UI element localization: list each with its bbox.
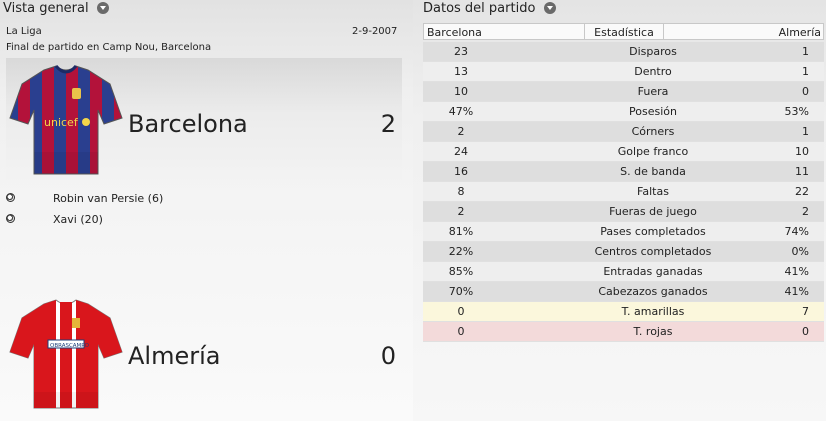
away-value: 10 (795, 145, 809, 158)
home-value: 16 (454, 165, 468, 178)
scorer-name: Robin van Persie (6) (53, 192, 164, 205)
stat-label: Fueras de juego (609, 205, 697, 218)
away-value: 41% (784, 285, 809, 298)
stats-table: Barcelona Estadística Almería 23 Disparos… (423, 23, 824, 343)
away-value: 74% (784, 225, 809, 238)
table-row: 10 Fuera 0 (423, 82, 824, 102)
home-value: 0 (457, 305, 465, 318)
away-value: 11 (795, 165, 809, 178)
away-value: 0 (802, 85, 809, 98)
home-value: 0 (457, 325, 465, 338)
stats-title: Datos del partido (423, 1, 536, 16)
home-value: 47% (448, 105, 474, 118)
stat-label: Golpe franco (617, 145, 689, 158)
almeria-shirt-icon: OBRASCAMPO (9, 299, 123, 409)
stat-label: Dentro (634, 65, 672, 78)
away-value: 1 (802, 65, 809, 78)
table-row: 24 Golpe franco 10 (423, 142, 824, 162)
home-team-box: unicef Barcelona 2 (6, 58, 402, 183)
away-value: 0% (791, 245, 809, 258)
table-row: 8 Faltas 22 (423, 182, 824, 202)
barcelona-shirt-icon: unicef (9, 64, 123, 175)
home-value: 81% (448, 225, 474, 238)
overview-header[interactable]: Vista general (3, 0, 109, 20)
home-value: 8 (457, 185, 465, 198)
stat-label: Posesión (629, 105, 677, 118)
home-value: 85% (448, 265, 474, 278)
away-value: 7 (802, 305, 809, 318)
overview-panel: Vista general La Liga 2-9-2007 Final de … (0, 0, 413, 421)
stat-label: S. de banda (620, 165, 686, 178)
table-row: 47% Posesión 53% (423, 102, 824, 122)
home-value: 13 (454, 65, 468, 78)
away-value: 41% (784, 265, 809, 278)
chevron-down-icon[interactable] (543, 1, 556, 14)
away-value: 1 (802, 125, 809, 138)
table-row: 0 T. amarillas 7 (423, 302, 824, 322)
stat-label: Faltas (637, 185, 669, 198)
column-header-stat[interactable]: Estadística (584, 23, 664, 40)
stat-label: Disparos (629, 45, 677, 58)
goal-event: Robin van Persie (6) (6, 191, 306, 207)
table-row: 16 S. de banda 11 (423, 162, 824, 182)
away-team-box: OBRASCAMPO Almería 0 (6, 290, 402, 415)
column-header-away[interactable]: Almería (663, 23, 824, 40)
table-row: 22% Centros completados 0% (423, 242, 824, 262)
away-value: 53% (784, 105, 809, 118)
home-value: 23 (454, 45, 468, 58)
home-value: 2 (457, 205, 465, 218)
home-value: 24 (454, 145, 468, 158)
home-team-name: Barcelona (128, 110, 248, 138)
stat-label: Entradas ganadas (603, 265, 703, 278)
away-value: 22 (795, 185, 809, 198)
table-row: 81% Pases completados 74% (423, 222, 824, 242)
table-row: 0 T. rojas 0 (423, 322, 824, 342)
table-row: 85% Entradas ganadas 41% (423, 262, 824, 282)
table-row: 23 Disparos 1 (423, 42, 824, 62)
home-value: 70% (448, 285, 474, 298)
home-value: 10 (454, 85, 468, 98)
away-team-name: Almería (128, 342, 221, 370)
competition-label: La Liga (6, 26, 42, 37)
home-value: 2 (457, 125, 465, 138)
overview-title: Vista general (3, 1, 89, 16)
ball-icon (6, 193, 15, 202)
stat-label: Córners (631, 125, 675, 138)
scorer-name: Xavi (20) (53, 213, 103, 226)
home-value: 22% (448, 245, 474, 258)
table-row: 2 Córners 1 (423, 122, 824, 142)
stats-header[interactable]: Datos del partido (423, 0, 556, 20)
ball-icon (6, 214, 15, 223)
goal-event: Xavi (20) (6, 212, 306, 228)
venue-line: Final de partido en Camp Nou, Barcelona (6, 42, 212, 53)
kit-sponsor-text: OBRASCAMPO (50, 343, 90, 349)
stat-label: Fuera (637, 85, 669, 98)
chevron-down-icon[interactable] (96, 1, 109, 14)
away-value: 0 (802, 325, 809, 338)
match-date: 2-9-2007 (352, 26, 398, 37)
stat-label: T. rojas (633, 325, 673, 338)
away-team-score: 0 (380, 342, 396, 370)
table-row: 2 Fueras de juego 2 (423, 202, 824, 222)
stat-label: Cabezazos ganados (598, 285, 708, 298)
away-value: 2 (802, 205, 809, 218)
home-team-score: 2 (380, 110, 396, 138)
away-value: 1 (802, 45, 809, 58)
stat-label: Pases completados (600, 225, 706, 238)
kit-sponsor-text: unicef (44, 116, 79, 129)
table-row: 70% Cabezazos ganados 41% (423, 282, 824, 302)
stat-label: T. amarillas (621, 305, 685, 318)
table-row: 13 Dentro 1 (423, 62, 824, 82)
column-header-home[interactable]: Barcelona (423, 23, 585, 40)
stat-label: Centros completados (594, 245, 712, 258)
